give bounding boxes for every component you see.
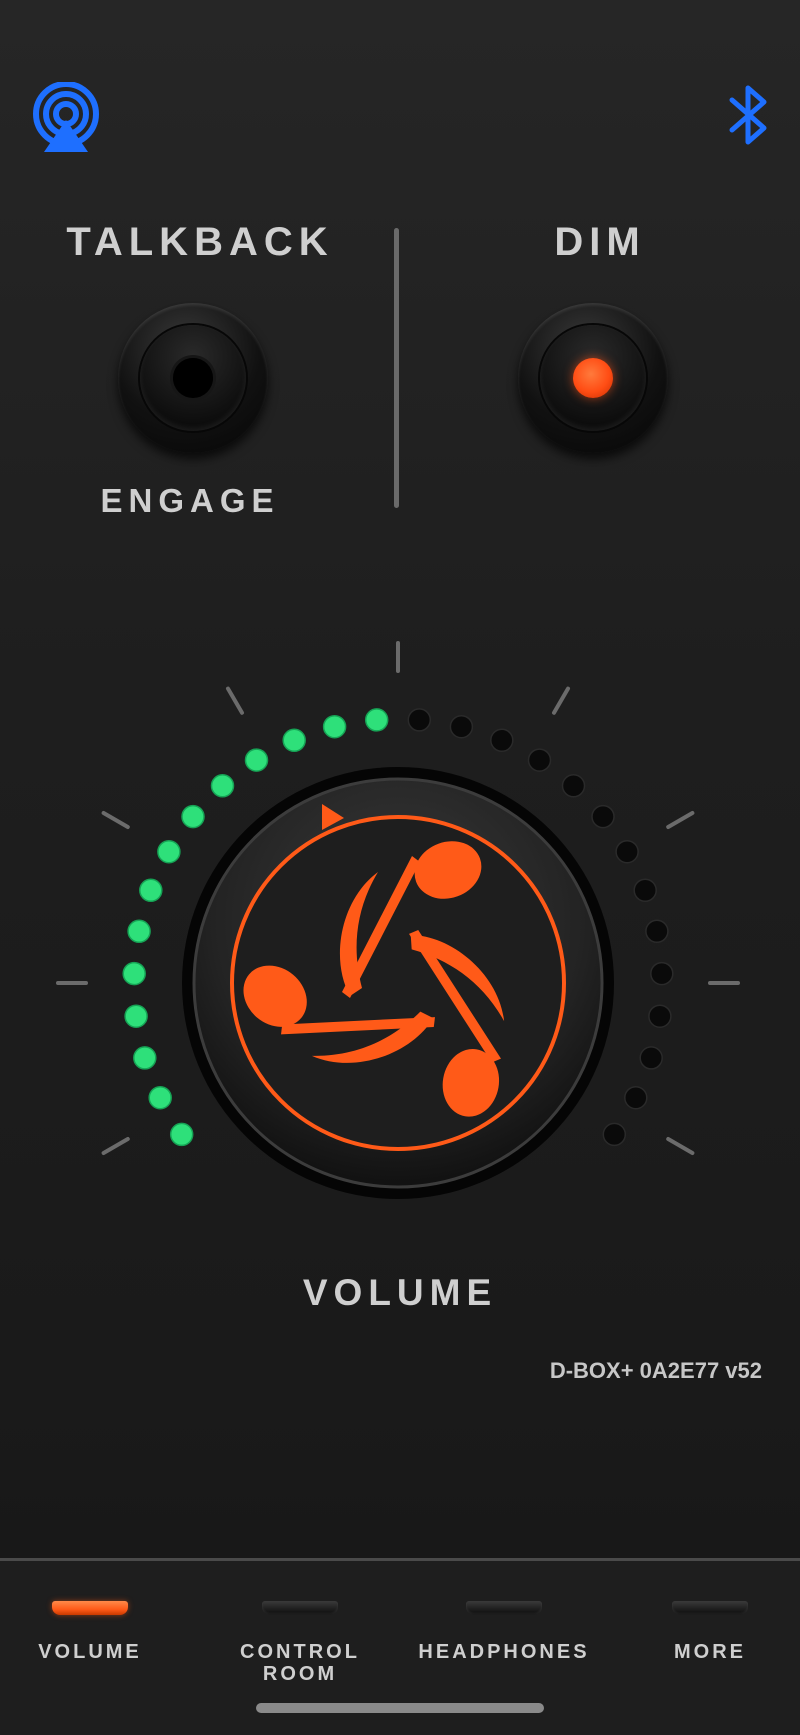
airplay-icon[interactable] <box>30 82 102 154</box>
dial-tick <box>666 811 695 829</box>
volume-led-off <box>490 728 514 753</box>
talkback-button-face <box>140 325 246 431</box>
tab-indicator <box>672 1601 748 1615</box>
home-indicator <box>256 1703 544 1713</box>
volume-led-on <box>322 714 347 739</box>
section-divider <box>394 228 399 508</box>
volume-led-on <box>148 1085 172 1110</box>
dim-led <box>573 358 613 398</box>
volume-led-off <box>639 1046 663 1070</box>
volume-led-on <box>169 1122 194 1147</box>
volume-dial[interactable] <box>0 600 800 1300</box>
dial-tick <box>101 811 130 829</box>
tab-label: CONTROL ROOM <box>240 1641 360 1685</box>
tab-more[interactable]: MORE <box>620 1601 800 1701</box>
volume-led-off <box>624 1085 648 1110</box>
volume-led-off <box>648 1004 672 1028</box>
volume-led-off <box>591 804 615 829</box>
tab-indicator-active <box>52 1601 128 1615</box>
device-id-text: D-BOX+ 0A2E77 v52 <box>549 1358 762 1383</box>
talkback-engage-button[interactable] <box>118 303 268 453</box>
talkback-led <box>173 358 213 398</box>
dial-tick <box>666 1137 695 1155</box>
tab-label: HEADPHONES <box>418 1641 590 1663</box>
volume-led-off <box>633 878 657 903</box>
tab-indicator <box>262 1601 338 1615</box>
volume-led-on <box>244 748 269 772</box>
volume-label: VOLUME <box>302 1272 498 1313</box>
volume-led-off <box>449 714 474 739</box>
volume-led-on <box>364 708 389 732</box>
dim-title: DIM <box>554 220 646 264</box>
volume-led-off <box>650 961 674 986</box>
volume-led-off <box>602 1122 627 1147</box>
dim-button-face <box>540 325 646 431</box>
dial-tick <box>226 686 244 715</box>
volume-led-off <box>527 748 552 772</box>
dial-tick <box>552 686 570 715</box>
tab-headphones[interactable]: HEADPHONES <box>414 1601 594 1701</box>
volume-led-off <box>645 919 669 944</box>
volume-led-off <box>407 708 432 732</box>
volume-screen: TALKBACK ENGAGE DIM VOLUME D-BOX+ 0A2E77… <box>0 0 800 1735</box>
volume-led-on <box>122 961 146 986</box>
volume-led-on <box>133 1046 157 1070</box>
tab-indicator <box>466 1601 542 1615</box>
volume-led-off <box>561 774 586 798</box>
volume-led-on <box>282 728 306 753</box>
volume-led-on <box>124 1004 148 1028</box>
volume-led-on <box>181 804 205 829</box>
talkback-title: TALKBACK <box>66 220 334 264</box>
engage-label: ENGAGE <box>100 482 280 519</box>
tab-control-room[interactable]: CONTROL ROOM <box>210 1601 390 1701</box>
volume-led-on <box>127 919 151 944</box>
volume-led-on <box>139 878 163 903</box>
dim-button[interactable] <box>518 303 668 453</box>
bluetooth-icon[interactable] <box>726 82 772 148</box>
dial-tick <box>101 1137 130 1155</box>
tab-label: VOLUME <box>38 1641 142 1663</box>
tab-label: MORE <box>674 1641 746 1663</box>
volume-led-on <box>210 774 235 798</box>
volume-led-off <box>615 839 639 864</box>
tab-volume[interactable]: VOLUME <box>0 1601 180 1701</box>
volume-led-on <box>157 839 181 864</box>
